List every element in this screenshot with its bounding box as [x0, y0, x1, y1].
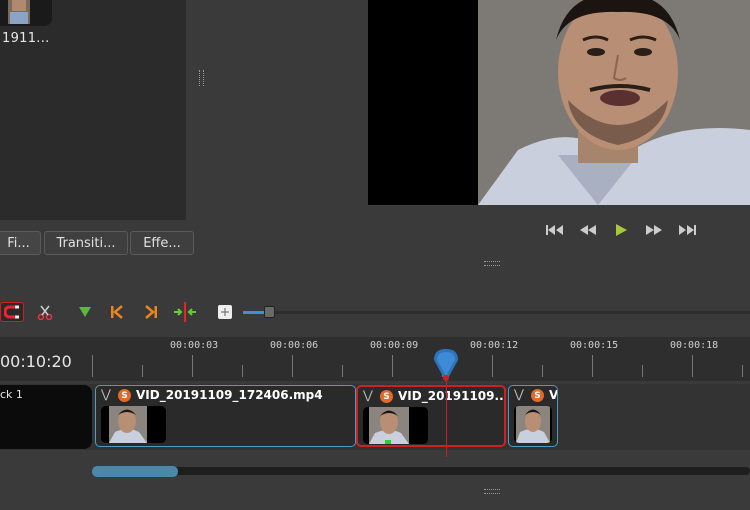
file-label: 1911...	[2, 31, 50, 46]
video-preview	[368, 0, 750, 205]
horizontal-splitter-handle[interactable]	[484, 261, 500, 266]
clip-thumbnail	[514, 406, 552, 443]
jump-start-icon[interactable]	[545, 222, 565, 238]
play-icon[interactable]	[611, 222, 631, 238]
zoom-slider-handle[interactable]	[264, 306, 275, 318]
razor-icon[interactable]	[35, 302, 55, 322]
clip-menu-chevron-icon[interactable]: ⋁	[101, 387, 111, 401]
center-playhead-icon[interactable]	[173, 302, 197, 322]
timeline-scrollbar-thumb[interactable]	[92, 466, 178, 477]
ruler-tick	[242, 365, 243, 377]
timeline-clip-selected[interactable]: ⋁ S VID_20191109...	[356, 385, 506, 447]
timeline-clip[interactable]: ⋁ S V	[508, 385, 558, 447]
clip-thumbnail	[363, 407, 428, 444]
clip-menu-chevron-icon[interactable]: ⋁	[514, 387, 524, 401]
ruler-tick	[342, 365, 343, 377]
ruler-tick	[542, 365, 543, 377]
timeline-scrollbar[interactable]	[92, 467, 750, 475]
clip-title: VID_20191109...	[398, 389, 506, 403]
clip-thumbnail	[101, 406, 166, 443]
ruler-tick	[92, 355, 93, 377]
tab-project-files[interactable]: Fi...	[0, 231, 41, 255]
ruler-tick	[492, 355, 493, 377]
file-thumbnail[interactable]	[0, 0, 52, 26]
zoom-slider-track[interactable]	[243, 311, 750, 314]
clip-badge: S	[118, 389, 131, 402]
ruler-tick	[292, 355, 293, 377]
add-marker-icon[interactable]	[75, 302, 95, 322]
previous-marker-icon[interactable]	[107, 302, 127, 322]
ruler-ticks	[0, 337, 750, 381]
ruler-tick	[692, 355, 693, 377]
snap-magnet-icon[interactable]	[0, 302, 24, 322]
clip-badge: S	[380, 390, 393, 403]
playhead-line	[446, 378, 447, 457]
next-marker-icon[interactable]	[141, 302, 161, 322]
rewind-icon[interactable]	[578, 222, 598, 238]
tab-transitions[interactable]: Transiti...	[44, 231, 128, 255]
ruler-tick	[642, 365, 643, 377]
ruler-tick	[392, 355, 393, 377]
ruler-tick	[742, 365, 743, 377]
ruler-tick	[192, 355, 193, 377]
timeline-clip[interactable]: ⋁ S VID_20191109_172406.mp4	[95, 385, 356, 447]
fast-forward-icon[interactable]	[644, 222, 664, 238]
clip-title: V	[549, 388, 558, 402]
zoom-fit-icon[interactable]	[215, 302, 235, 322]
clip-menu-chevron-icon[interactable]: ⋁	[363, 388, 373, 402]
ruler-tick	[142, 365, 143, 377]
ruler-tick	[592, 355, 593, 377]
clip-badge: S	[531, 389, 544, 402]
horizontal-splitter-handle[interactable]	[484, 489, 500, 494]
track-name: ck 1	[0, 388, 23, 401]
tab-effects[interactable]: Effe...	[130, 231, 194, 255]
jump-end-icon[interactable]	[677, 222, 697, 238]
vertical-splitter-handle[interactable]	[199, 70, 204, 86]
clip-title: VID_20191109_172406.mp4	[136, 388, 323, 402]
